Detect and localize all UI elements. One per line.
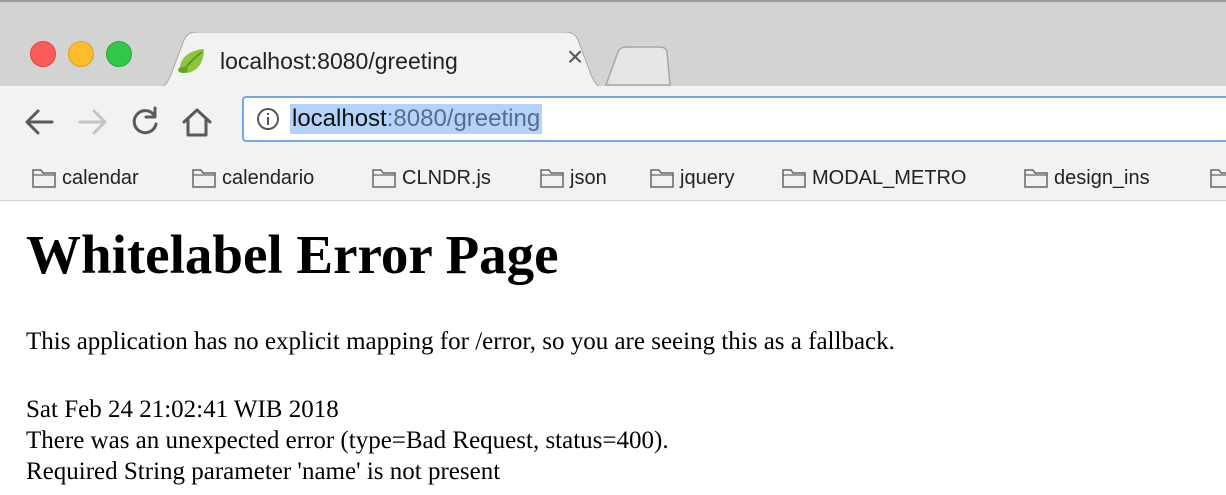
- info-icon[interactable]: [256, 107, 280, 136]
- page-title: Whitelabel Error Page: [26, 224, 559, 285]
- window-minimize-button[interactable]: [68, 41, 94, 67]
- url-host: localhost: [292, 105, 387, 132]
- error-description: There was an unexpected error (type=Bad …: [26, 427, 669, 454]
- bookmark-label: MODAL_METRO: [812, 167, 967, 189]
- tab-strip: localhost:8080/greeting ×: [0, 0, 1226, 88]
- folder-icon: [1024, 169, 1048, 188]
- folder-icon: [192, 169, 216, 188]
- forward-arrow-icon[interactable]: [76, 105, 110, 139]
- folder-icon: [540, 169, 564, 188]
- browser-toolbar: localhost:8080/greeting: [0, 86, 1226, 154]
- error-timestamp: Sat Feb 24 21:02:41 WIB 2018: [26, 396, 339, 423]
- tab-title: localhost:8080/greeting: [220, 48, 458, 74]
- bookmark-overflow-folder[interactable]: [1210, 165, 1226, 191]
- bookmark-label: json: [570, 167, 607, 189]
- address-url[interactable]: localhost:8080/greeting: [290, 104, 543, 134]
- tab-close-icon[interactable]: ×: [560, 42, 590, 72]
- browser-tab[interactable]: localhost:8080/greeting ×: [154, 32, 608, 88]
- new-tab-button[interactable]: [604, 46, 672, 86]
- folder-icon: [1210, 169, 1226, 188]
- error-message: This application has no explicit mapping…: [26, 328, 895, 355]
- bookmark-label: CLNDR.js: [402, 167, 491, 189]
- bookmark-label: jquery: [680, 167, 735, 189]
- spring-leaf-icon: [176, 46, 208, 81]
- window-close-button[interactable]: [30, 41, 56, 67]
- window-maximize-button[interactable]: [106, 41, 132, 67]
- back-arrow-icon[interactable]: [22, 105, 56, 139]
- browser-chrome: localhost:8080/greeting × localhost:8080…: [0, 0, 1226, 201]
- address-bar[interactable]: localhost:8080/greeting: [242, 96, 1226, 142]
- folder-icon: [32, 169, 56, 188]
- page-content: Whitelabel Error Page This application h…: [0, 201, 1226, 495]
- folder-icon: [782, 169, 806, 188]
- reload-icon[interactable]: [128, 105, 162, 139]
- bookmark-label: design_ins: [1054, 167, 1150, 189]
- error-detail: Required String parameter 'name' is not …: [26, 458, 501, 485]
- bookmarks-bar: calendar calendario CLNDR.js json jquery…: [0, 154, 1226, 200]
- bookmark-label: calendar: [62, 167, 139, 189]
- folder-icon: [650, 169, 674, 188]
- folder-icon: [372, 169, 396, 188]
- bookmark-label: calendario: [222, 167, 315, 189]
- home-icon[interactable]: [180, 105, 214, 139]
- url-path: :8080/greeting: [386, 105, 541, 132]
